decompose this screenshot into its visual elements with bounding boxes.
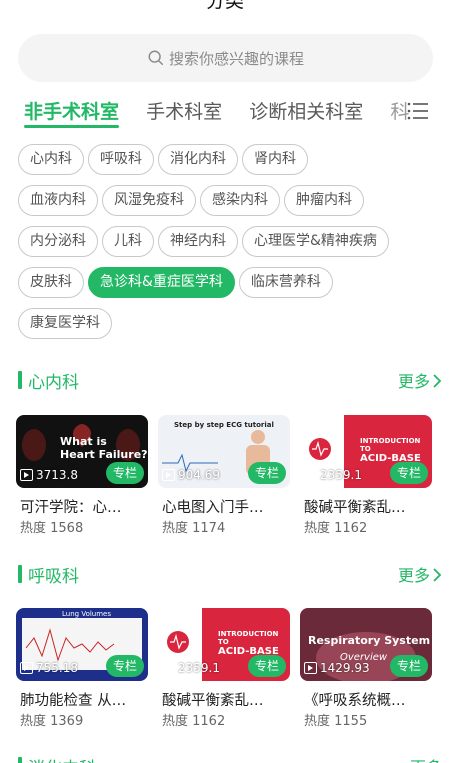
column-badge: 专栏	[389, 655, 428, 677]
course-heat: 热度 1162	[162, 714, 226, 729]
chip-rehabilitation[interactable]: 康复医学科	[18, 308, 112, 339]
course-thumbnail: INTRODUCTION TO ACID-BASE 2359.1 专栏	[300, 415, 432, 488]
column-badge: 专栏	[247, 655, 286, 677]
view-count: 2359.1	[162, 660, 220, 676]
section-accent-bar	[18, 757, 22, 763]
course-heat: 热度 1162	[304, 521, 368, 536]
section-header-cardiology: 心内科 更多	[18, 368, 442, 393]
chip-oncology[interactable]: 肿瘤内科	[284, 185, 364, 216]
page-title: 分类	[205, 0, 244, 12]
thumb-title: INTRODUCTION TO ACID-BASE	[360, 437, 421, 464]
course-card[interactable]: Step by step ECG tutorial 904.69 专栏 心电图入…	[158, 415, 290, 536]
course-card[interactable]: Respiratory System Overview 1429.93 专栏 《…	[300, 608, 432, 729]
course-name: 可汗学院：心…	[20, 500, 122, 516]
column-badge: 专栏	[105, 655, 144, 677]
section-title: 呼吸科	[28, 567, 79, 587]
column-badge: 专栏	[389, 462, 428, 484]
chip-infectious[interactable]: 感染内科	[200, 185, 280, 216]
thumb-title: INTRODUCTION TO ACID-BASE	[218, 630, 279, 657]
course-name: 酸碱平衡紊乱…	[162, 693, 264, 709]
course-heat: 热度 1568	[20, 521, 84, 536]
column-badge: 专栏	[247, 462, 286, 484]
course-name: 酸碱平衡紊乱…	[304, 500, 406, 516]
thumb-title: Respiratory System	[308, 634, 431, 647]
course-heat: 热度 1174	[162, 521, 226, 536]
chip-respiratory[interactable]: 呼吸科	[88, 144, 154, 175]
course-card[interactable]: What is Heart Failure? 3713.8 专栏 可汗学院：心… …	[16, 415, 148, 536]
tab-non-surgical[interactable]: 非手术科室	[24, 96, 120, 128]
department-tabs: 非手术科室 手术科室 诊断相关科室 科	[24, 96, 414, 132]
menu-icon[interactable]	[406, 99, 430, 123]
search-placeholder: 搜索你感兴趣的课程	[168, 49, 304, 68]
chip-pediatrics[interactable]: 儿科	[102, 226, 154, 257]
section-accent-bar	[18, 371, 22, 389]
video-icon	[162, 469, 175, 481]
section-header-respiratory: 呼吸科 更多	[18, 562, 442, 587]
view-count: 755.18	[20, 660, 78, 676]
more-link[interactable]: 更多	[410, 754, 442, 763]
chevron-right-icon	[433, 568, 442, 582]
search-icon	[148, 50, 164, 66]
course-thumbnail: INTRODUCTION TO ACID-BASE 2359.1 专栏	[158, 608, 290, 681]
video-icon	[20, 662, 33, 674]
course-card[interactable]: INTRODUCTION TO ACID-BASE 2359.1 专栏 酸碱平衡紊…	[158, 608, 290, 729]
chip-rheumatology[interactable]: 风湿免疫科	[102, 185, 196, 216]
chip-gastroenterology[interactable]: 消化内科	[158, 144, 238, 175]
department-chips: 心内科 呼吸科 消化内科 肾内科 血液内科 风湿免疫科 感染内科 肿瘤内科 内分泌科 儿科 神经…	[18, 144, 438, 349]
chip-nutrition[interactable]: 临床营养科	[238, 267, 333, 298]
search-bar[interactable]: 搜索你感兴趣的课程	[18, 34, 433, 82]
video-icon	[162, 662, 175, 674]
course-thumbnail: What is Heart Failure? 3713.8 专栏	[16, 415, 148, 488]
view-count: 1429.93	[304, 660, 370, 676]
section-header-gastroenterology: 消化内科 更多	[18, 754, 442, 763]
video-icon	[20, 469, 33, 481]
chip-nephrology[interactable]: 肾内科	[242, 144, 308, 175]
course-name: 心电图入门手…	[162, 500, 264, 516]
chip-hematology[interactable]: 血液内科	[18, 185, 98, 216]
chip-dermatology[interactable]: 皮肤科	[18, 267, 84, 298]
course-name: 肺功能检查 从…	[20, 693, 127, 709]
chip-cardiology[interactable]: 心内科	[18, 144, 84, 175]
course-thumbnail: Respiratory System Overview 1429.93 专栏	[300, 608, 432, 681]
chip-neurology[interactable]: 神经内科	[158, 226, 238, 257]
thumb-title: What is Heart Failure?	[60, 435, 148, 461]
section-accent-bar	[18, 565, 22, 583]
course-card[interactable]: Lung Volumes 755.18 专栏 肺功能检查 从… 热度 1369	[16, 608, 148, 729]
chip-emergency-icu[interactable]: 急诊科&重症医学科	[88, 267, 235, 298]
column-badge: 专栏	[105, 462, 144, 484]
chip-psychiatry[interactable]: 心理医学&精神疾病	[242, 226, 389, 257]
video-icon	[304, 469, 317, 481]
course-heat: 热度 1155	[304, 714, 368, 729]
video-icon	[304, 662, 317, 674]
course-heat: 热度 1369	[20, 714, 84, 729]
section-title: 消化内科	[28, 754, 96, 763]
view-count: 2359.1	[304, 467, 362, 483]
view-count: 904.69	[162, 467, 220, 483]
more-link[interactable]: 更多	[398, 368, 442, 392]
chevron-right-icon	[433, 374, 442, 388]
tab-diagnostic[interactable]: 诊断相关科室	[249, 96, 363, 128]
view-count: 3713.8	[20, 467, 78, 483]
course-name: 《呼吸系统概…	[304, 693, 406, 709]
chip-endocrinology[interactable]: 内分泌科	[18, 226, 98, 257]
section-title: 心内科	[28, 373, 79, 393]
course-card[interactable]: INTRODUCTION TO ACID-BASE 2359.1 专栏 酸碱平衡紊…	[300, 415, 432, 536]
course-thumbnail: Step by step ECG tutorial 904.69 专栏	[158, 415, 290, 488]
course-thumbnail: Lung Volumes 755.18 专栏	[16, 608, 148, 681]
tab-surgical[interactable]: 手术科室	[146, 96, 222, 128]
more-link[interactable]: 更多	[398, 562, 442, 586]
